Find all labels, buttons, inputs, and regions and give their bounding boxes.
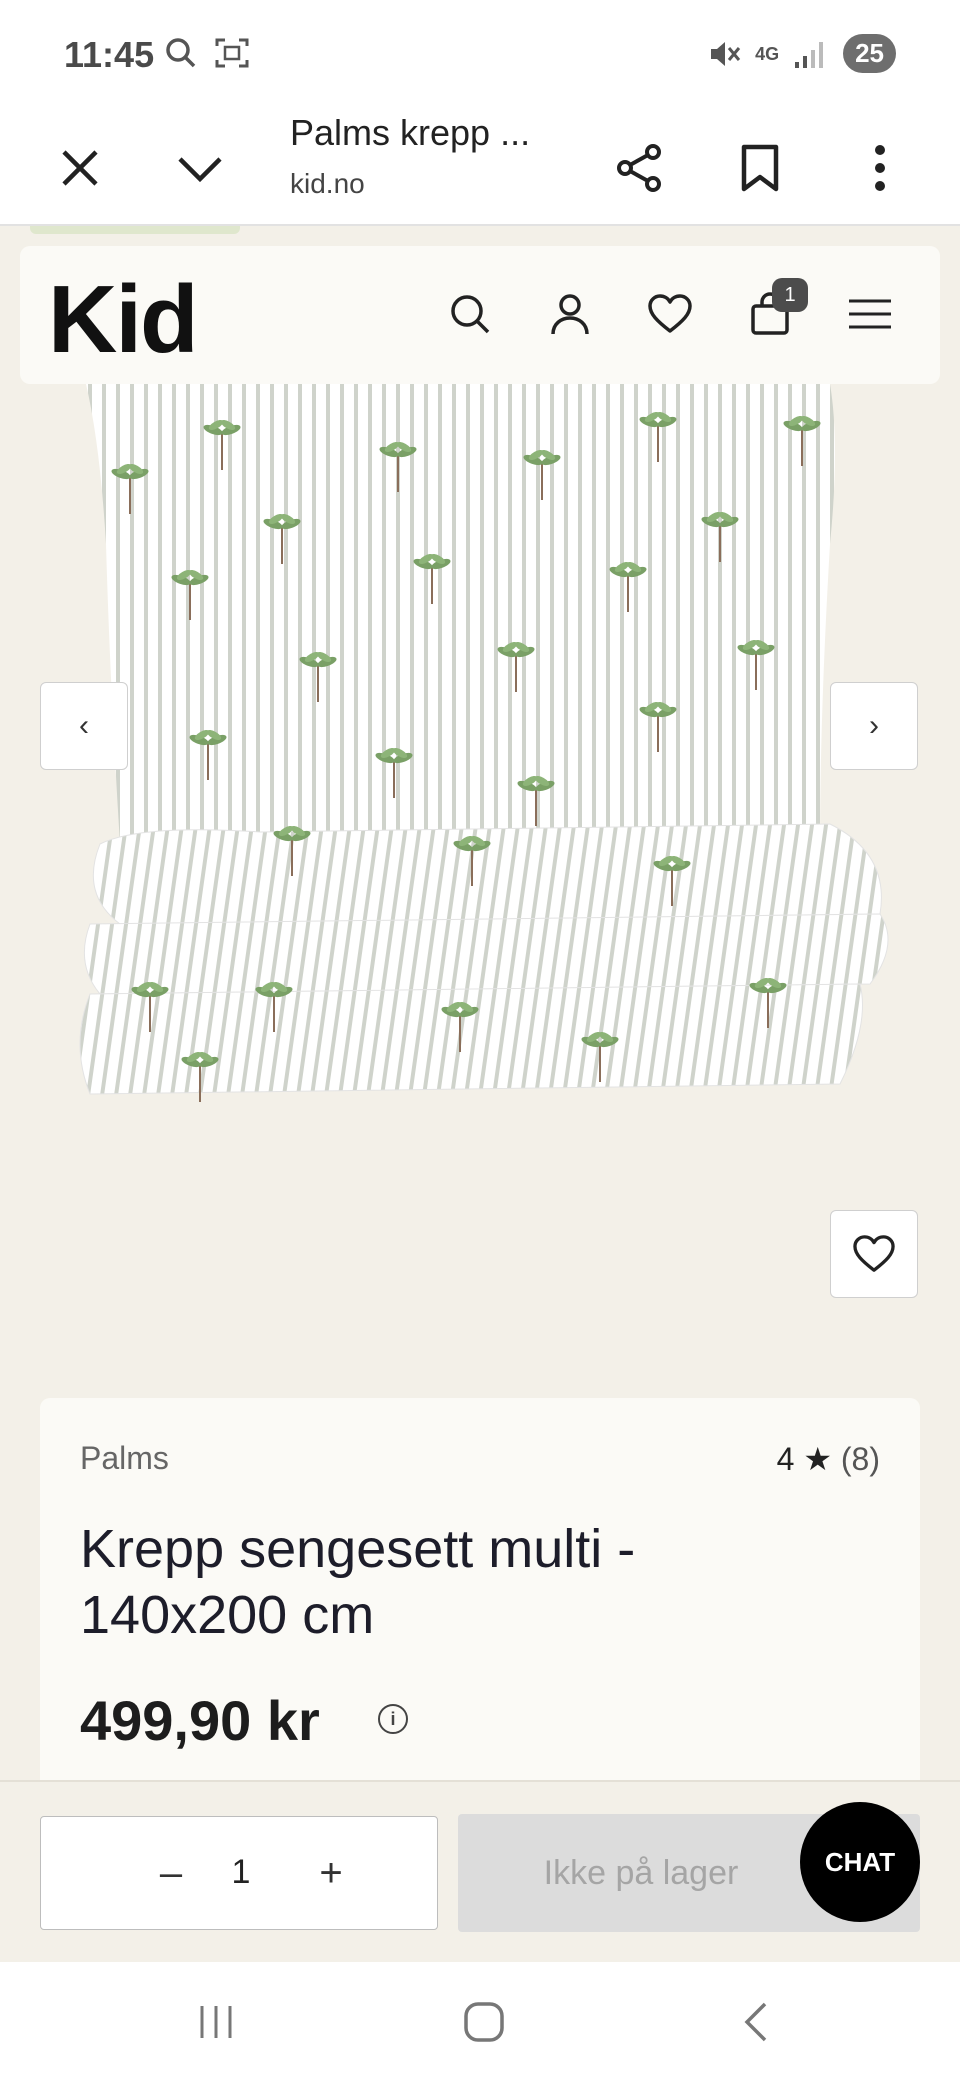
product-rating[interactable]: 4 ★ (8)	[777, 1440, 880, 1478]
back-icon	[744, 2002, 767, 2042]
product-title: Krepp sengesett multi - 140x200 cm	[80, 1519, 636, 1645]
network-type: 4G	[755, 43, 780, 64]
close-icon	[62, 150, 98, 186]
header-accent-bar	[30, 226, 240, 234]
account-button[interactable]	[542, 286, 598, 342]
search-icon	[451, 295, 490, 334]
share-button[interactable]	[602, 130, 678, 206]
gallery-prev-button[interactable]: ‹	[40, 682, 128, 770]
more-options-button[interactable]	[842, 130, 918, 206]
product-gallery: ‹ ›	[0, 384, 960, 1324]
search-status-icon	[166, 38, 196, 68]
recent-apps-icon	[200, 2006, 232, 2038]
battery-indicator: 25	[843, 34, 896, 73]
heart-icon	[853, 1235, 895, 1272]
site-logo[interactable]: Kid	[48, 272, 199, 368]
more-vertical-icon	[875, 145, 885, 191]
recent-apps-button[interactable]	[176, 1992, 256, 2052]
chevron-down-icon	[178, 157, 222, 183]
signal-icon	[795, 41, 824, 68]
mute-icon	[711, 41, 741, 66]
chat-button[interactable]: CHAT	[800, 1802, 920, 1922]
menu-button[interactable]	[842, 286, 898, 342]
page-url[interactable]: kid.no	[290, 168, 365, 200]
quantity-stepper: – 1 +	[40, 1816, 438, 1930]
home-icon	[464, 2002, 504, 2042]
search-button[interactable]	[442, 286, 498, 342]
back-button[interactable]	[716, 1992, 796, 2052]
hamburger-menu-icon	[849, 299, 891, 329]
price-info-icon[interactable]: i	[378, 1704, 408, 1734]
bookmark-icon	[741, 144, 779, 192]
review-count: (8)	[840, 1441, 880, 1477]
quantity-increase-button[interactable]: +	[303, 1845, 359, 1901]
wishlist-button[interactable]	[642, 286, 698, 342]
product-image[interactable]	[60, 384, 900, 1104]
rating-value: 4 ★	[776, 1441, 832, 1477]
close-tab-button[interactable]	[42, 130, 118, 206]
purchase-action-bar: – 1 + Ikke på lager CHAT	[0, 1780, 960, 1962]
bookmark-button[interactable]	[722, 130, 798, 206]
page-tab-title[interactable]: Palms krepp ...	[290, 112, 530, 154]
product-info-card: Palms 4 ★ (8) Krepp sengesett multi - 14…	[40, 1398, 920, 1798]
site-header: Kid 1	[20, 246, 940, 384]
heart-icon	[648, 294, 692, 333]
add-to-wishlist-button[interactable]	[830, 1210, 918, 1298]
minimize-tab-button[interactable]	[162, 130, 238, 206]
product-brand[interactable]: Palms	[80, 1440, 169, 1477]
user-icon	[551, 294, 589, 335]
gallery-next-button[interactable]: ›	[830, 682, 918, 770]
browser-toolbar: Palms krepp ... kid.no	[0, 110, 960, 226]
quantity-value[interactable]: 1	[231, 1853, 251, 1892]
cart-count-badge: 1	[772, 278, 808, 312]
system-navigation-bar	[0, 1962, 960, 2080]
status-time: 11:45	[64, 34, 155, 75]
product-price: 499,90 kr	[80, 1689, 320, 1752]
bedding-illustration	[79, 384, 889, 1103]
status-bar: 11:45 4G 25	[0, 0, 960, 110]
screenshot-status-icon	[215, 38, 249, 68]
cart-button[interactable]: 1	[742, 278, 808, 342]
share-icon	[617, 144, 661, 192]
quantity-decrease-button[interactable]: –	[143, 1845, 199, 1901]
home-button[interactable]	[444, 1992, 524, 2052]
